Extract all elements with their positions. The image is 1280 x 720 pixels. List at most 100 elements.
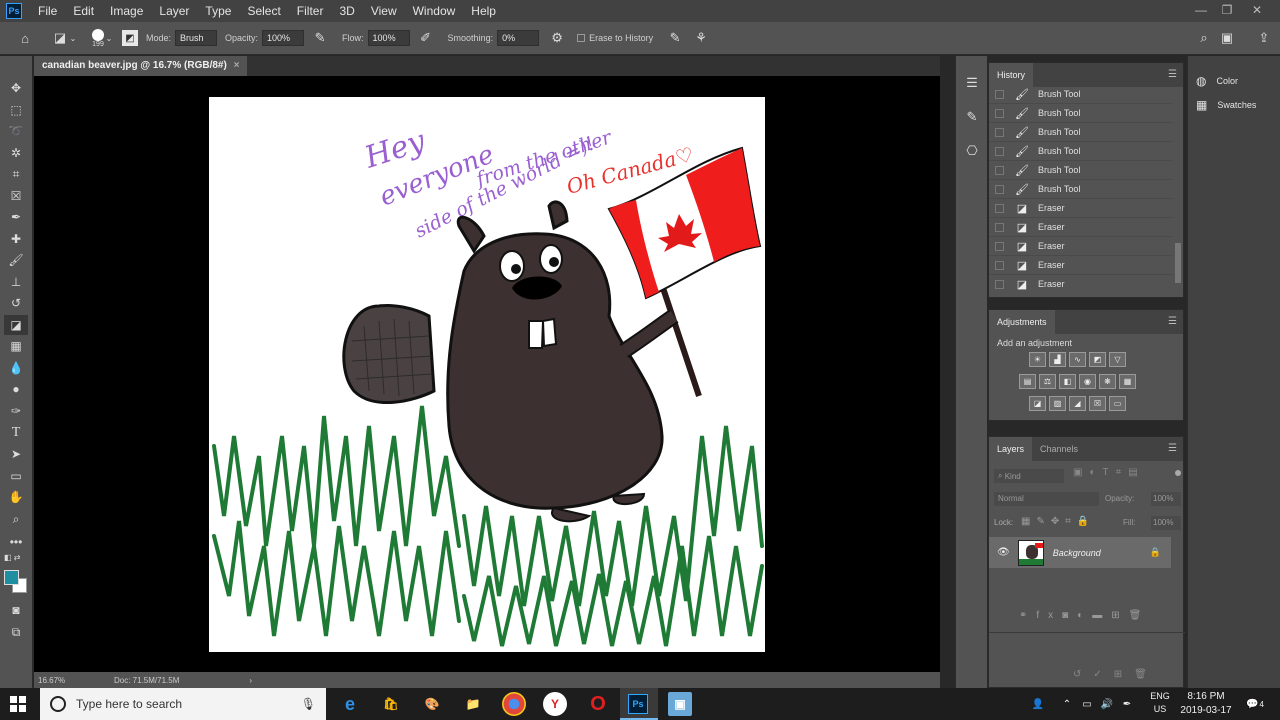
photos-app-icon[interactable]: ▣ [668, 692, 692, 716]
clock[interactable]: 8:16 PM 2019-03-17 [1176, 690, 1236, 718]
history-item-checkbox[interactable] [995, 203, 1004, 213]
brightness-contrast-icon[interactable]: ☀ [1029, 352, 1046, 367]
history-item[interactable]: ◪ Eraser [989, 275, 1173, 292]
layer-opacity-field[interactable]: 100% [1151, 492, 1181, 506]
history-item[interactable]: ◪ Eraser [989, 256, 1173, 275]
properties-icon[interactable]: ☰ [960, 72, 984, 94]
brush-settings-panel-icon[interactable]: ✎ [960, 106, 984, 128]
menu-type[interactable]: Type [197, 0, 239, 22]
history-item-checkbox[interactable] [995, 127, 1004, 137]
layer-footer-icons[interactable]: ⚭fx◙◐▬⊞🗑 [1019, 610, 1150, 621]
file-explorer-icon[interactable]: 📁 [461, 692, 485, 716]
gradient-tool-icon[interactable]: ▦ [4, 336, 28, 356]
move-tool-icon[interactable]: ✥ [4, 78, 28, 98]
search-icon[interactable]: ⌕ [1196, 30, 1212, 46]
opera-icon[interactable]: O [586, 692, 610, 716]
more-tools-icon[interactable]: ••• [4, 532, 28, 552]
history-brush-tool-icon[interactable]: ↺ [4, 293, 28, 313]
panel-menu-icon[interactable]: ☰ [1168, 69, 1177, 80]
history-item-checkbox[interactable] [995, 89, 1004, 99]
channels-tab[interactable]: Channels [1032, 437, 1086, 461]
document-canvas[interactable]: Hey everyone from the other side of the … [34, 76, 940, 672]
document-tab[interactable]: canadian beaver.jpg @ 16.7% (RGB/8#) × [34, 56, 248, 76]
panel-menu-icon[interactable]: ☰ [1168, 316, 1177, 327]
brush-tool-icon[interactable]: 🖌 [4, 250, 28, 270]
canvas-area[interactable]: Hey everyone from the other side of the … [34, 76, 940, 672]
history-item-checkbox[interactable] [995, 165, 1004, 175]
menu-help[interactable]: Help [463, 0, 504, 22]
pressure-size-icon[interactable]: ✎ [667, 30, 683, 46]
workspace-icon[interactable]: ▣ [1218, 30, 1236, 46]
history-scrollbar[interactable] [1175, 243, 1181, 283]
close-window-icon[interactable]: ✕ [1244, 0, 1270, 22]
pen-workspace-icon[interactable]: ✒ [1120, 688, 1134, 720]
adjustments-tab[interactable]: Adjustments [989, 310, 1055, 334]
minimize-icon[interactable]: — [1188, 0, 1214, 22]
path-select-tool-icon[interactable]: ➤ [4, 444, 28, 464]
chevron-down-icon[interactable]: ⌄ [68, 34, 78, 43]
foreground-color-swatch[interactable] [4, 570, 19, 585]
paint-app-icon[interactable]: 🎨 [420, 692, 444, 716]
action-center-icon[interactable]: 💬 4 [1242, 688, 1268, 720]
history-item-checkbox[interactable] [995, 260, 1004, 270]
close-tab-icon[interactable]: × [234, 60, 240, 71]
blur-tool-icon[interactable]: 💧 [4, 358, 28, 378]
opacity-field[interactable]: 100% [262, 30, 305, 46]
yandex-browser-icon[interactable]: Y [543, 692, 567, 716]
photoshop-taskbar-button[interactable]: Ps [620, 688, 658, 720]
brush-settings-icon[interactable]: ◩ [122, 30, 138, 46]
eraser-tool-icon[interactable]: ◪ [4, 315, 28, 335]
history-item-checkbox[interactable] [995, 222, 1004, 232]
taskbar-search-box[interactable]: Type here to search 🎙 [40, 688, 326, 720]
symmetry-butterfly-icon[interactable]: ⚘ [693, 30, 709, 46]
menu-window[interactable]: Window [405, 0, 464, 22]
history-item[interactable]: ◪ Eraser [989, 237, 1173, 256]
smoothing-field[interactable]: 0% [497, 30, 540, 46]
brush-preset-picker[interactable]: 199 [92, 28, 104, 48]
history-item-checkbox[interactable] [995, 146, 1004, 156]
quick-select-tool-icon[interactable]: ✲ [4, 143, 28, 163]
history-item[interactable]: 🖌 Brush Tool [989, 161, 1173, 180]
panel-menu-icon[interactable]: ☰ [1168, 443, 1177, 454]
zoom-tool-icon[interactable]: ⌕ [4, 509, 28, 529]
edge-icon[interactable]: e [338, 692, 362, 716]
default-colors-icon[interactable]: ◧ ⇄ [4, 553, 20, 562]
history-item[interactable]: ◪ Eraser [989, 218, 1173, 237]
swatches-panel-button[interactable]: ▦ Swatches [1188, 94, 1280, 116]
hand-tool-icon[interactable]: ✋ [4, 487, 28, 507]
black-white-icon[interactable]: ◧ [1059, 374, 1076, 389]
store-icon[interactable]: 🛍 [379, 692, 403, 716]
invert-icon[interactable]: ◪ [1029, 396, 1046, 411]
posterize-icon[interactable]: ▨ [1049, 396, 1066, 411]
layer-filter-icons[interactable]: ▣◐T⌗▤ [1073, 467, 1145, 478]
visibility-eye-icon[interactable]: 👁 [997, 547, 1010, 558]
restore-icon[interactable]: ❐ [1214, 0, 1240, 22]
blend-mode-select[interactable]: Normal [994, 492, 1099, 506]
menu-select[interactable]: Select [239, 0, 288, 22]
history-item-checkbox[interactable] [995, 184, 1004, 194]
levels-icon[interactable]: ▟ [1049, 352, 1066, 367]
people-icon[interactable]: 👤 [1028, 688, 1048, 720]
screen-mode-icon[interactable]: ⧉ [4, 622, 28, 642]
curves-icon[interactable]: ∿ [1069, 352, 1086, 367]
flow-field[interactable]: 100% [367, 30, 410, 46]
dodge-tool-icon[interactable]: ● [4, 379, 28, 399]
volume-icon[interactable]: 🔊 [1100, 688, 1114, 720]
selective-color-icon[interactable]: ☒ [1089, 396, 1106, 411]
pressure-opacity-icon[interactable]: ✎ [312, 30, 328, 46]
mode-select[interactable]: Brush [175, 30, 218, 46]
menu-3d[interactable]: 3D [331, 0, 362, 22]
rectangle-tool-icon[interactable]: ▭ [4, 466, 28, 486]
share-icon[interactable]: ⇪ [1256, 30, 1272, 46]
layer-row[interactable]: 👁 Background 🔒 [989, 537, 1171, 568]
color-lookup-icon[interactable]: ▦ [1119, 374, 1136, 389]
chrome-icon[interactable] [502, 692, 526, 716]
chevron-right-icon[interactable]: › [249, 676, 252, 685]
history-item[interactable]: 🖌 Brush Tool [989, 180, 1173, 199]
healing-brush-tool-icon[interactable]: ✚ [4, 229, 28, 249]
windows-start-icon[interactable] [10, 696, 26, 712]
exposure-icon[interactable]: ◩ [1089, 352, 1106, 367]
layers-tab[interactable]: Layers [989, 437, 1033, 461]
menu-layer[interactable]: Layer [151, 0, 197, 22]
airbrush-icon[interactable]: ✐ [418, 30, 434, 46]
